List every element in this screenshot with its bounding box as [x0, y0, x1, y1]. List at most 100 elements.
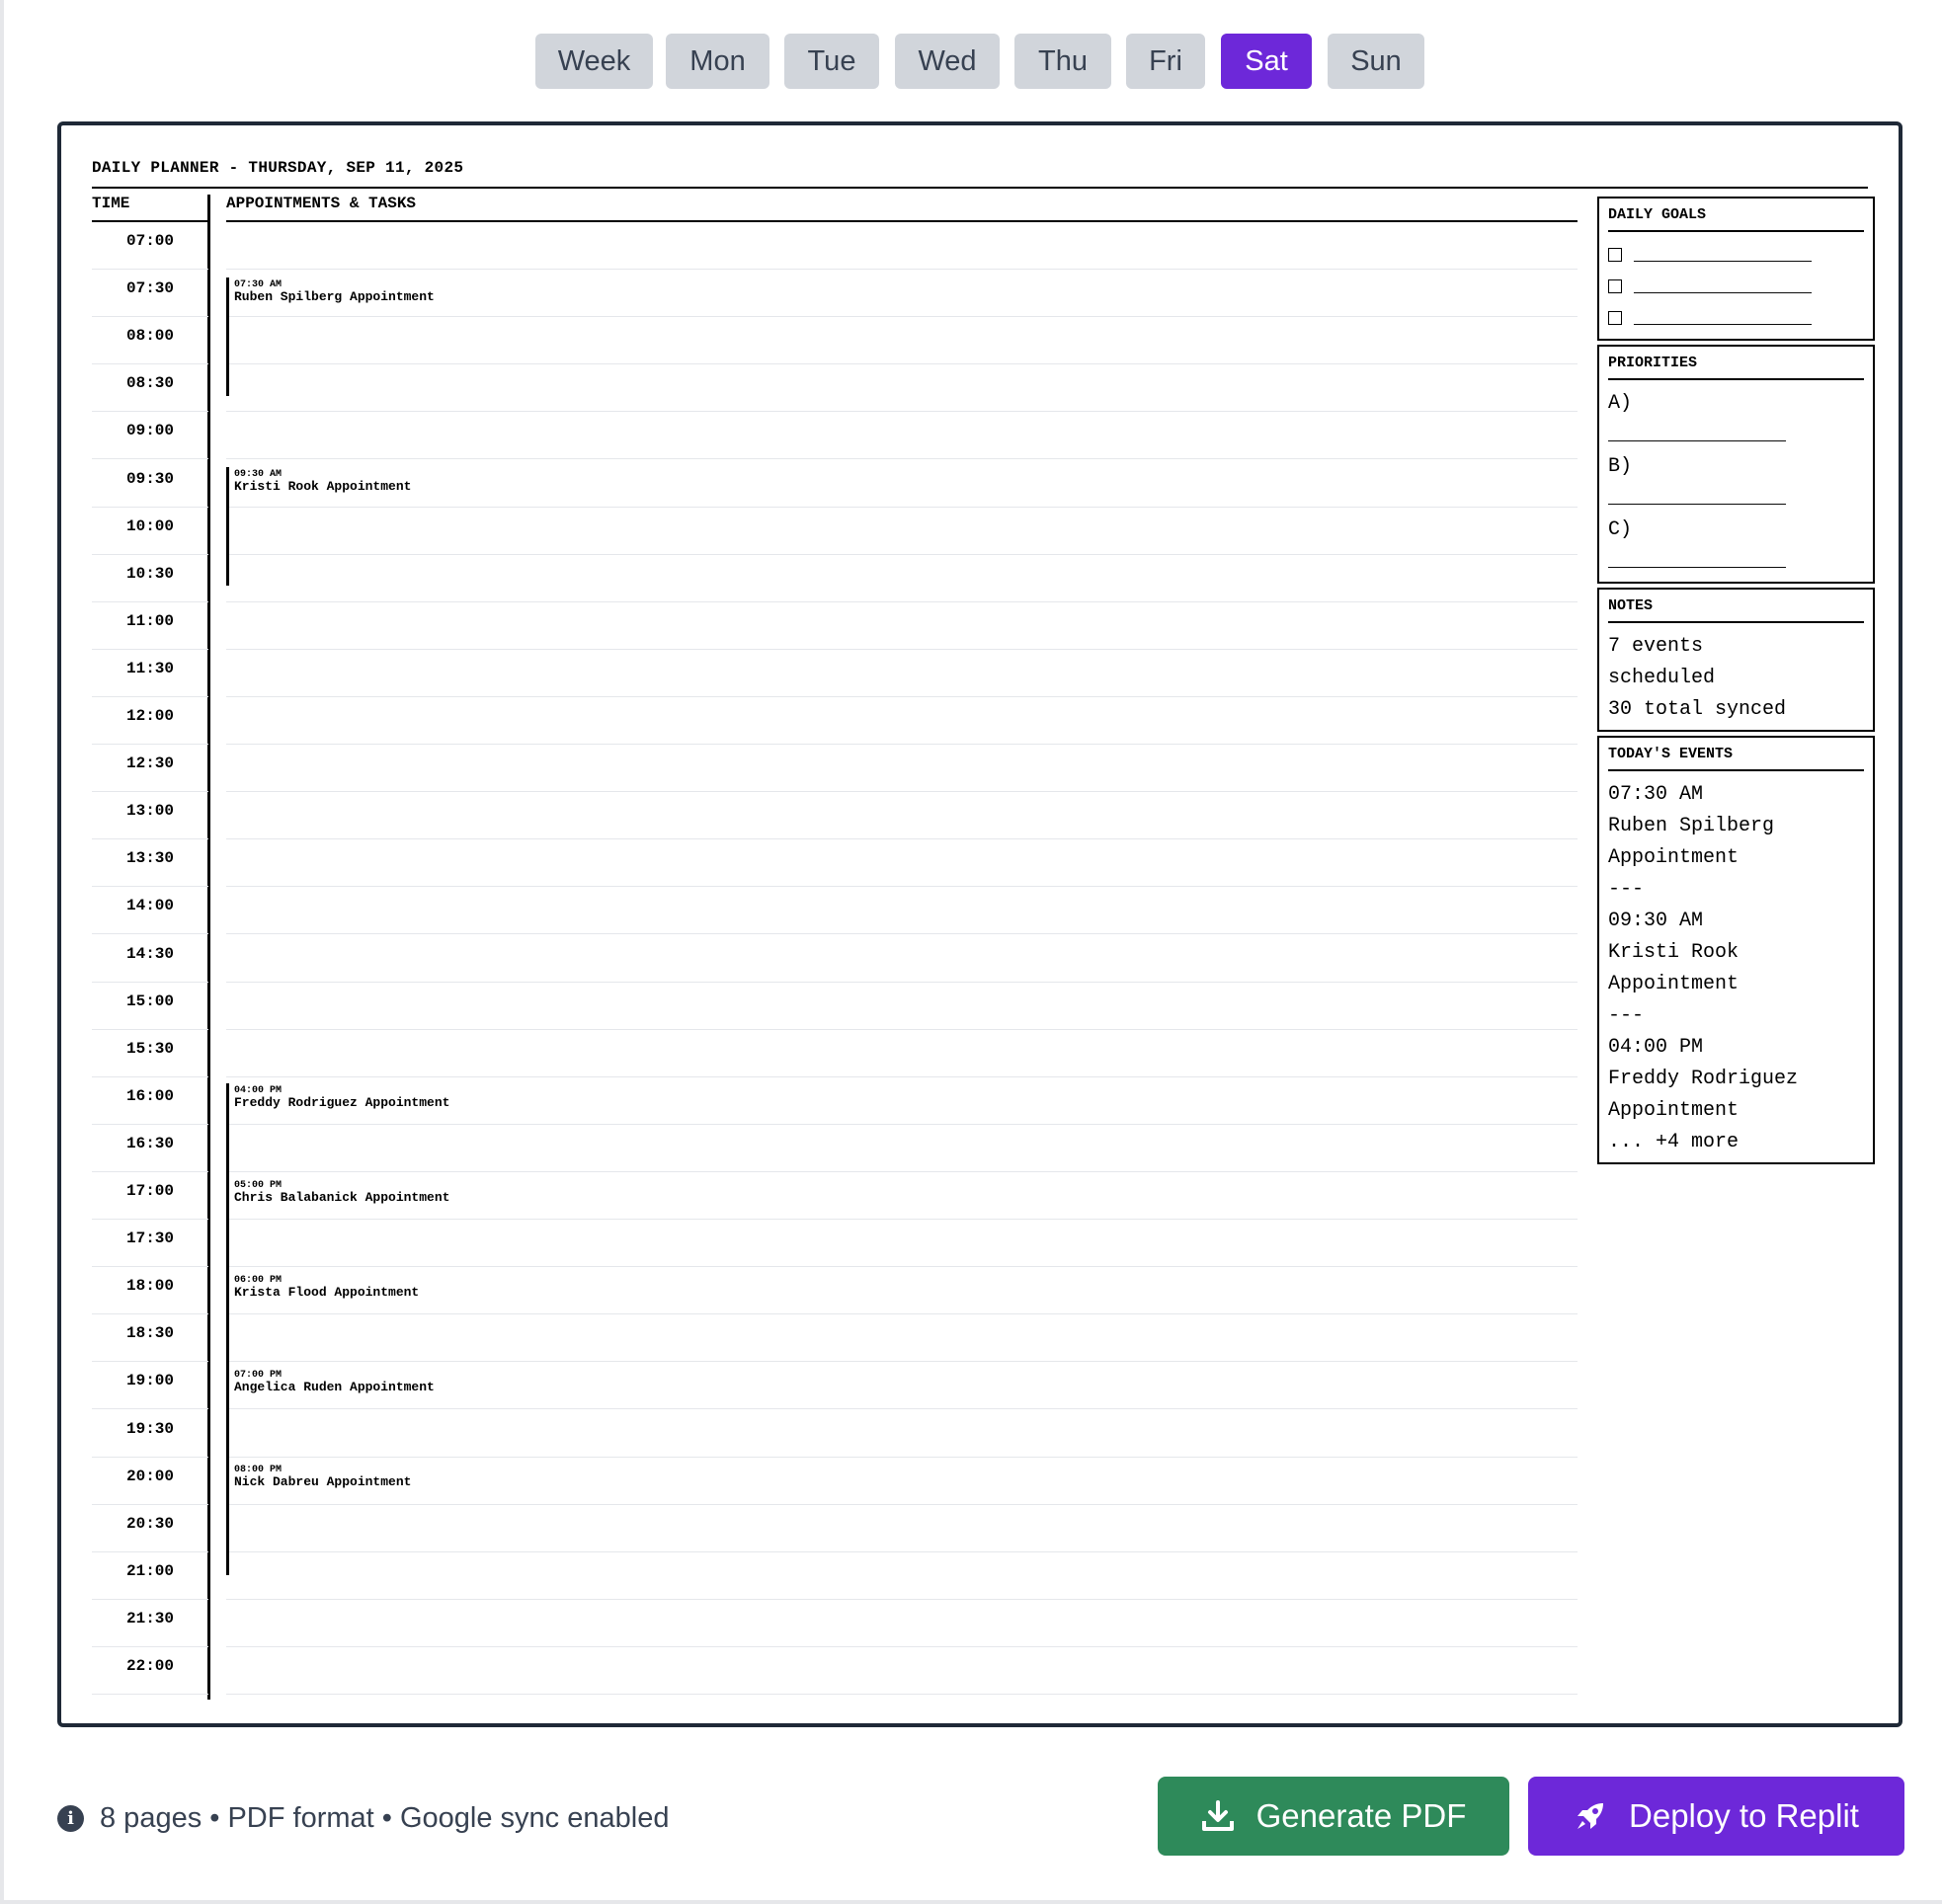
- priority-line: A): [1608, 392, 1633, 415]
- priority-line: _______________: [1608, 487, 1787, 510]
- appointment-slot[interactable]: [226, 839, 1578, 887]
- deploy-button[interactable]: Deploy to Replit: [1528, 1777, 1904, 1856]
- appointment-slot[interactable]: [226, 222, 1578, 270]
- app-frame: Week Mon Tue Wed Thu Fri Sat Sun DAILY P…: [0, 0, 1942, 1904]
- event-title: Ruben Spilberg Appointment: [234, 289, 435, 304]
- checkbox-icon[interactable]: [1608, 278, 1622, 293]
- time-label: 19:30: [125, 1420, 174, 1438]
- notes-box: NOTES 7 events scheduled 30 total synced: [1597, 588, 1875, 732]
- appointment-slot[interactable]: [226, 1552, 1578, 1600]
- time-slot: 21:00: [92, 1552, 208, 1600]
- time-slot: 17:00: [92, 1172, 208, 1220]
- time-slot: 15:30: [92, 1030, 208, 1077]
- appointment-slot[interactable]: [226, 1600, 1578, 1647]
- tab-wed[interactable]: Wed: [895, 34, 1000, 89]
- appointment-slot[interactable]: [226, 887, 1578, 934]
- time-label: 17:00: [125, 1182, 174, 1200]
- checkbox-icon[interactable]: [1608, 247, 1622, 262]
- priority-line: B): [1608, 455, 1633, 478]
- time-label: 21:00: [125, 1562, 174, 1580]
- time-slot: 13:30: [92, 839, 208, 887]
- time-slot: 07:30: [92, 270, 208, 317]
- tab-week[interactable]: Week: [535, 34, 653, 89]
- time-slot: 08:30: [92, 364, 208, 412]
- notes-title: NOTES: [1608, 597, 1864, 623]
- time-slot: 21:30: [92, 1600, 208, 1647]
- time-slot: 11:00: [92, 602, 208, 650]
- note-line: scheduled: [1608, 667, 1716, 689]
- appointment-slot[interactable]: [226, 792, 1578, 839]
- appointment-slot[interactable]: [226, 1505, 1578, 1552]
- appointment-slot[interactable]: [226, 650, 1578, 697]
- event-block[interactable]: 09:30 AM Kristi Rook Appointment: [226, 467, 411, 586]
- goal-item[interactable]: _______________: [1608, 303, 1864, 335]
- event-title: Chris Balabanick Appointment: [234, 1190, 450, 1205]
- appointment-slot[interactable]: [226, 1314, 1578, 1362]
- download-icon: [1201, 1800, 1234, 1831]
- todays-event-line: Kristi Rook: [1608, 941, 1740, 964]
- appointment-slot[interactable]: [226, 1267, 1578, 1314]
- appointment-slot[interactable]: [226, 602, 1578, 650]
- time-label: 12:00: [125, 707, 174, 725]
- todays-event-line: Appointment: [1608, 973, 1740, 995]
- appointment-slot[interactable]: [226, 412, 1578, 459]
- appointment-slot[interactable]: [226, 745, 1578, 792]
- tab-fri[interactable]: Fri: [1126, 34, 1205, 89]
- event-title: Nick Dabreu Appointment: [234, 1474, 412, 1489]
- time-slot: 22:00: [92, 1647, 208, 1695]
- time-label: 13:30: [125, 849, 174, 867]
- time-label: 14:00: [125, 897, 174, 914]
- appointment-slot[interactable]: [226, 983, 1578, 1030]
- time-slot: 19:00: [92, 1362, 208, 1409]
- generate-pdf-button[interactable]: Generate PDF: [1158, 1777, 1509, 1856]
- time-slot: 13:00: [92, 792, 208, 839]
- time-slot: 08:00: [92, 317, 208, 364]
- generate-pdf-label: Generate PDF: [1255, 1797, 1467, 1834]
- tab-tue[interactable]: Tue: [784, 34, 879, 89]
- time-slot: 19:30: [92, 1410, 208, 1458]
- appointment-slot[interactable]: [226, 1458, 1578, 1505]
- appointment-slot[interactable]: [226, 935, 1578, 983]
- event-block[interactable]: 07:30 AM Ruben Spilberg Appointment: [226, 278, 435, 396]
- event-block[interactable]: 05:00 PM Chris Balabanick Appointment: [226, 1178, 449, 1273]
- time-label: 13:00: [125, 802, 174, 820]
- todays-event-line: Appointment: [1608, 1099, 1740, 1122]
- tab-sat[interactable]: Sat: [1221, 34, 1312, 89]
- time-label: 08:30: [125, 374, 174, 392]
- priorities-box: PRIORITIES A) _______________ B) _______…: [1597, 345, 1875, 584]
- time-slot: 10:30: [92, 555, 208, 602]
- appointment-slot[interactable]: [226, 1030, 1578, 1077]
- planner-title: DAILY PLANNER - THURSDAY, SEP 11, 2025: [92, 159, 464, 177]
- event-block[interactable]: 06:00 PM Krista Flood Appointment: [226, 1273, 419, 1368]
- time-label: 20:30: [125, 1515, 174, 1533]
- appointment-slot[interactable]: [226, 508, 1578, 555]
- time-label: 22:00: [125, 1657, 174, 1675]
- time-label: 18:30: [125, 1324, 174, 1342]
- goal-item[interactable]: _______________: [1608, 240, 1864, 272]
- todays-event-line: 09:30 AM: [1608, 910, 1704, 932]
- appointment-slot[interactable]: [226, 697, 1578, 745]
- goal-item[interactable]: _______________: [1608, 272, 1864, 303]
- event-block[interactable]: 04:00 PM Freddy Rodriguez Appointment: [226, 1083, 449, 1178]
- appointment-slot[interactable]: [226, 555, 1578, 602]
- time-label: 16:00: [125, 1087, 174, 1105]
- appointment-slot[interactable]: [226, 460, 1578, 508]
- appointments-column-header: APPOINTMENTS & TASKS: [226, 195, 417, 212]
- note-line: 30 total synced: [1608, 698, 1787, 721]
- event-block[interactable]: 08:00 PM Nick Dabreu Appointment: [226, 1463, 411, 1575]
- footer-info: i 8 pages • PDF format • Google sync ena…: [57, 1798, 669, 1838]
- todays-event-line: Freddy Rodriguez: [1608, 1068, 1799, 1090]
- tab-mon[interactable]: Mon: [666, 34, 769, 89]
- planner-page: DAILY PLANNER - THURSDAY, SEP 11, 2025 T…: [57, 121, 1902, 1727]
- event-block[interactable]: 07:00 PM Angelica Ruden Appointment: [226, 1368, 435, 1463]
- time-label: 18:00: [125, 1277, 174, 1295]
- rocket-icon: [1578, 1803, 1604, 1829]
- time-slot: 09:00: [92, 412, 208, 459]
- event-title: Krista Flood Appointment: [234, 1285, 420, 1300]
- info-icon: i: [57, 1804, 84, 1832]
- tab-sun[interactable]: Sun: [1328, 34, 1424, 89]
- tab-thu[interactable]: Thu: [1014, 34, 1111, 89]
- time-label: 08:00: [125, 327, 174, 345]
- checkbox-icon[interactable]: [1608, 310, 1622, 325]
- appointment-slot[interactable]: [226, 1647, 1578, 1695]
